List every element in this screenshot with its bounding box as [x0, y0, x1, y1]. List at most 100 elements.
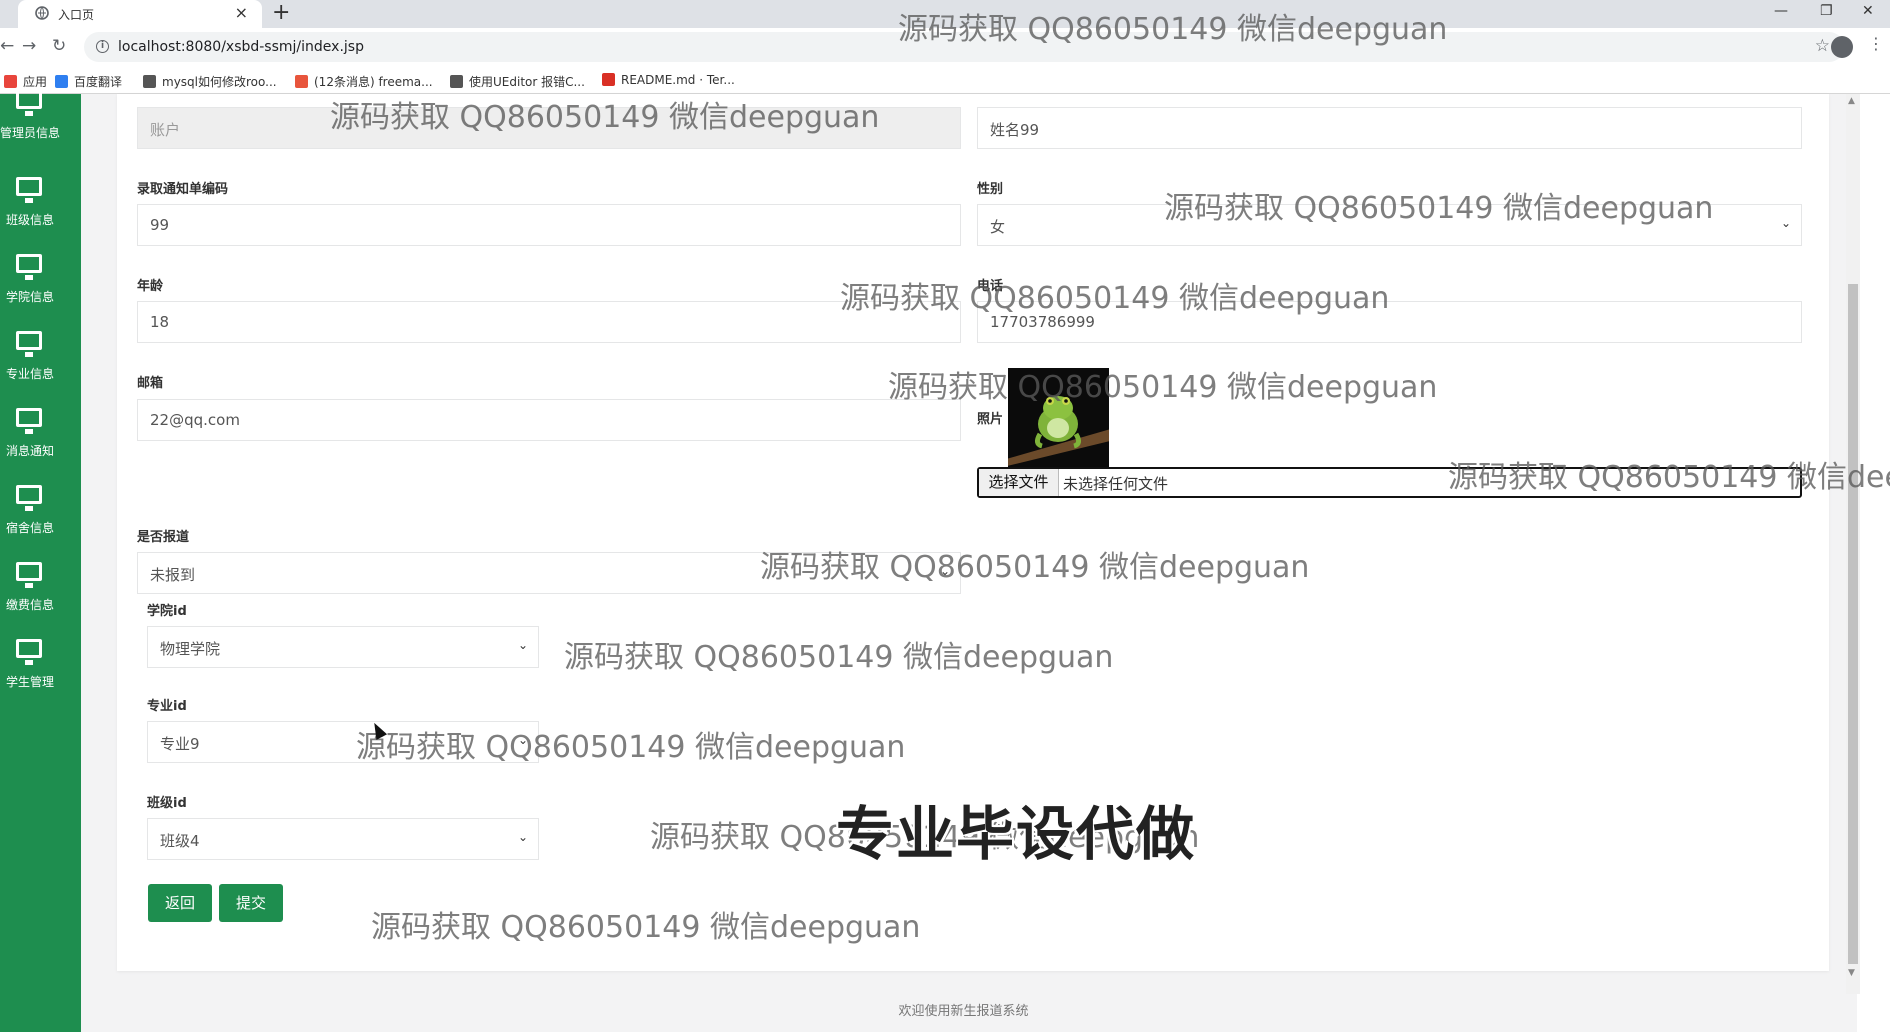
class-label: 班级id — [147, 796, 187, 811]
scroll-down-icon[interactable]: ▼ — [1848, 968, 1855, 978]
major-value: 专业9 — [160, 735, 200, 753]
chevron-down-icon: ⌄ — [1780, 216, 1791, 230]
scrollbar-thumb[interactable] — [1848, 284, 1858, 964]
photo-label: 照片 — [977, 412, 1004, 427]
bookmark-favicon-icon — [295, 75, 308, 88]
watermark: 源码获取 QQ86050149 微信deepguan — [898, 12, 1448, 47]
back-button[interactable]: 返回 — [148, 884, 212, 922]
bookmark-favicon-icon — [450, 75, 463, 88]
age-input[interactable]: 18 — [137, 301, 961, 343]
reported-label: 是否报道 — [137, 530, 190, 545]
close-tab-icon[interactable]: × — [235, 3, 248, 22]
monitor-icon — [16, 331, 42, 357]
age-label: 年龄 — [137, 279, 164, 294]
watermark: 源码获取 QQ86050149 微信deepguan — [356, 730, 906, 765]
college-label: 学院id — [147, 604, 187, 619]
reload-icon[interactable]: ↻ — [52, 36, 66, 56]
email-input[interactable]: 22@qq.com — [137, 399, 961, 441]
sidebar-item-label: 学院信息 — [5, 290, 54, 304]
chevron-down-icon: ⌄ — [517, 638, 528, 652]
bookmark-favicon-icon — [55, 75, 68, 88]
bookmark-favicon-icon — [602, 73, 615, 86]
monitor-icon — [16, 639, 42, 665]
sidebar-item-label: 学生管理 — [5, 675, 54, 689]
minimize-icon[interactable]: — — [1774, 0, 1788, 22]
monitor-icon — [16, 254, 42, 280]
profile-avatar-icon[interactable] — [1831, 36, 1853, 58]
notice-code-input[interactable]: 99 — [137, 204, 961, 246]
college-select[interactable]: 物理学院 ⌄ — [147, 626, 539, 668]
name-input[interactable]: 姓名99 — [977, 107, 1802, 149]
watermark: 源码获取 QQ86050149 微信deepguan — [888, 370, 1438, 405]
monitor-icon — [16, 485, 42, 511]
bookmark-item[interactable]: README.md · Ter... — [602, 73, 735, 87]
sidebar-item-label: 消息通知 — [5, 444, 54, 458]
bookmark-label: 应用 — [23, 75, 48, 89]
sidebar-item[interactable]: 学生管理 — [0, 639, 81, 709]
watermark: 源码获取 QQ86050149 微信deepguan — [564, 640, 1114, 675]
promo-banner: 专业毕设代做 — [836, 800, 1197, 868]
choose-file-button[interactable]: 选择文件 — [979, 469, 1059, 496]
monitor-icon — [16, 408, 42, 434]
sidebar-item-label: 专业信息 — [5, 367, 54, 381]
forward-arrow-icon[interactable]: → — [22, 36, 36, 56]
bookmark-favicon-icon — [4, 75, 17, 88]
monitor-icon — [16, 562, 42, 588]
class-value: 班级4 — [160, 832, 200, 850]
sidebar: 管理员信息班级信息学院信息专业信息消息通知宿舍信息缴费信息学生管理 — [0, 90, 81, 1032]
info-icon[interactable]: i — [96, 40, 109, 53]
bookmark-label: mysql如何修改roo... — [162, 75, 277, 89]
watermark: 源码获取 QQ86050149 微信deepguan — [371, 910, 921, 945]
browser-tab[interactable]: 入口页 × — [18, 0, 262, 28]
notice-code-label: 录取通知单编码 — [137, 182, 229, 197]
bookmark-item[interactable]: mysql如何修改roo... — [143, 73, 277, 90]
bookmark-favicon-icon — [143, 75, 156, 88]
bookmarks-bar: 应用 百度翻译 mysql如何修改roo... (12条消息) freema... 使用… — [0, 66, 1890, 94]
monitor-icon — [16, 177, 42, 203]
class-select[interactable]: 班级4 ⌄ — [147, 818, 539, 860]
url-text[interactable]: localhost:8080/xsbd-ssmj/index.jsp — [118, 39, 364, 55]
submit-button[interactable]: 提交 — [219, 884, 283, 922]
sidebar-item[interactable]: 专业信息 — [0, 331, 81, 401]
more-menu-icon[interactable]: ⋮ — [1868, 34, 1884, 53]
gender-label: 性别 — [977, 182, 1004, 197]
bookmark-label: README.md · Ter... — [621, 73, 735, 87]
restore-icon[interactable]: ❐ — [1820, 0, 1833, 22]
watermark: 源码获取 QQ86050149 微信deepguan — [1164, 191, 1714, 226]
sidebar-item-label: 管理员信息 — [0, 126, 61, 140]
watermark: 源码获取 QQ86050149 微信deepguan — [330, 100, 880, 135]
file-status: 未选择任何文件 — [1063, 475, 1169, 493]
sidebar-item[interactable]: 学院信息 — [0, 254, 81, 324]
sidebar-item-label: 缴费信息 — [5, 598, 54, 612]
sidebar-item[interactable]: 宿舍信息 — [0, 485, 81, 555]
scroll-up-icon[interactable]: ▲ — [1848, 96, 1855, 106]
bookmark-label: (12条消息) freema... — [314, 75, 433, 89]
page-scrollbar[interactable]: ▲ ▼ — [1846, 94, 1860, 994]
sidebar-item[interactable]: 管理员信息 — [0, 90, 81, 160]
new-tab-icon[interactable]: + — [272, 0, 290, 26]
watermark: 源码获取 QQ86050149 微信deepguan — [1448, 460, 1890, 495]
bookmark-item[interactable]: (12条消息) freema... — [295, 73, 433, 90]
college-value: 物理学院 — [160, 640, 221, 658]
bookmark-label: 百度翻译 — [74, 75, 123, 89]
sidebar-item[interactable]: 缴费信息 — [0, 562, 81, 632]
bookmark-item[interactable]: 应用 — [4, 73, 47, 90]
bookmark-label: 使用UEditor 报错C... — [469, 75, 585, 89]
sidebar-item-label: 班级信息 — [5, 213, 54, 227]
footer-text: 欢迎使用新生报道系统 — [898, 1004, 1029, 1019]
close-window-icon[interactable]: ✕ — [1862, 0, 1874, 22]
sidebar-item[interactable]: 班级信息 — [0, 177, 81, 247]
bookmark-item[interactable]: 百度翻译 — [55, 73, 122, 90]
watermark: 源码获取 QQ86050149 微信deepguan — [840, 281, 1390, 316]
email-label: 邮箱 — [137, 376, 164, 391]
sidebar-item-label: 宿舍信息 — [5, 521, 54, 535]
watermark: 源码获取 QQ86050149 微信deepguan — [760, 550, 1310, 585]
monitor-icon — [16, 90, 42, 116]
gender-value: 女 — [990, 218, 1006, 236]
bookmark-item[interactable]: 使用UEditor 报错C... — [450, 73, 585, 90]
back-arrow-icon[interactable]: ← — [0, 36, 14, 56]
bookmark-star-icon[interactable]: ☆ — [1815, 36, 1830, 56]
chevron-down-icon: ⌄ — [517, 830, 528, 844]
major-label: 专业id — [147, 699, 187, 714]
sidebar-item[interactable]: 消息通知 — [0, 408, 81, 478]
